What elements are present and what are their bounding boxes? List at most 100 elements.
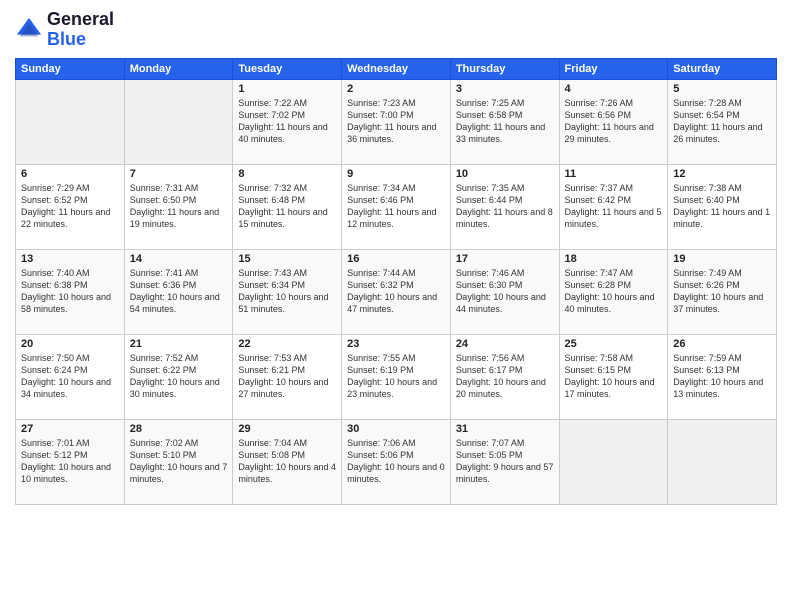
day-content: Sunrise: 7:38 AM Sunset: 6:40 PM Dayligh…: [673, 182, 771, 231]
day-content: Sunrise: 7:29 AM Sunset: 6:52 PM Dayligh…: [21, 182, 119, 231]
weekday-header-friday: Friday: [559, 58, 668, 79]
day-number: 17: [456, 253, 554, 265]
day-cell: 1Sunrise: 7:22 AM Sunset: 7:02 PM Daylig…: [233, 79, 342, 164]
day-number: 13: [21, 253, 119, 265]
day-cell: 17 Sunrise: 7:46 AM Sunset: 6:30 PM Dayli…: [450, 249, 559, 334]
day-cell: 18 Sunrise: 7:47 AM Sunset: 6:28 PM Dayli…: [559, 249, 668, 334]
day-cell: [124, 79, 233, 164]
day-cell: 29Sunrise: 7:04 AM Sunset: 5:08 PM Dayli…: [233, 419, 342, 504]
logo-blue: Blue: [47, 30, 114, 50]
week-row-5: 27 Sunrise: 7:01 AM Sunset: 5:12 PM Dayli…: [16, 419, 777, 504]
day-content: Sunrise: 7:28 AM Sunset: 6:54 PM Dayligh…: [673, 97, 771, 146]
day-cell: 5 Sunrise: 7:28 AM Sunset: 6:54 PM Daylig…: [668, 79, 777, 164]
day-number: 28: [130, 423, 228, 435]
day-cell: 16Sunrise: 7:44 AM Sunset: 6:32 PM Dayli…: [342, 249, 451, 334]
day-number: 30: [347, 423, 445, 435]
day-content: Sunrise: 7:35 AM Sunset: 6:44 PM Dayligh…: [456, 182, 554, 231]
day-number: 5: [673, 83, 771, 95]
day-cell: 13 Sunrise: 7:40 AM Sunset: 6:38 PM Dayli…: [16, 249, 125, 334]
day-cell: 20 Sunrise: 7:50 AM Sunset: 6:24 PM Dayli…: [16, 334, 125, 419]
day-content: Sunrise: 7:25 AM Sunset: 6:58 PM Dayligh…: [456, 97, 554, 146]
day-cell: 22 Sunrise: 7:53 AM Sunset: 6:21 PM Dayli…: [233, 334, 342, 419]
day-content: Sunrise: 7:06 AM Sunset: 5:06 PM Dayligh…: [347, 437, 445, 486]
day-content: Sunrise: 7:55 AM Sunset: 6:19 PM Dayligh…: [347, 352, 445, 401]
day-cell: 6Sunrise: 7:29 AM Sunset: 6:52 PM Daylig…: [16, 164, 125, 249]
day-content: Sunrise: 7:56 AM Sunset: 6:17 PM Dayligh…: [456, 352, 554, 401]
day-content: Sunrise: 7:37 AM Sunset: 6:42 PM Dayligh…: [565, 182, 663, 231]
day-content: Sunrise: 7:31 AM Sunset: 6:50 PM Dayligh…: [130, 182, 228, 231]
day-number: 19: [673, 253, 771, 265]
day-cell: 15 Sunrise: 7:43 AM Sunset: 6:34 PM Dayli…: [233, 249, 342, 334]
week-row-2: 6Sunrise: 7:29 AM Sunset: 6:52 PM Daylig…: [16, 164, 777, 249]
day-number: 15: [238, 253, 336, 265]
weekday-header-thursday: Thursday: [450, 58, 559, 79]
day-content: Sunrise: 7:58 AM Sunset: 6:15 PM Dayligh…: [565, 352, 663, 401]
day-number: 10: [456, 168, 554, 180]
day-cell: 10 Sunrise: 7:35 AM Sunset: 6:44 PM Dayli…: [450, 164, 559, 249]
day-cell: 4Sunrise: 7:26 AM Sunset: 6:56 PM Daylig…: [559, 79, 668, 164]
weekday-header-row: SundayMondayTuesdayWednesdayThursdayFrid…: [16, 58, 777, 79]
day-content: Sunrise: 7:53 AM Sunset: 6:21 PM Dayligh…: [238, 352, 336, 401]
page-header: General Blue: [15, 10, 777, 50]
day-cell: 14Sunrise: 7:41 AM Sunset: 6:36 PM Dayli…: [124, 249, 233, 334]
week-row-4: 20 Sunrise: 7:50 AM Sunset: 6:24 PM Dayli…: [16, 334, 777, 419]
day-content: Sunrise: 7:02 AM Sunset: 5:10 PM Dayligh…: [130, 437, 228, 486]
day-content: Sunrise: 7:43 AM Sunset: 6:34 PM Dayligh…: [238, 267, 336, 316]
day-content: Sunrise: 7:34 AM Sunset: 6:46 PM Dayligh…: [347, 182, 445, 231]
day-number: 9: [347, 168, 445, 180]
day-number: 1: [238, 83, 336, 95]
weekday-header-saturday: Saturday: [668, 58, 777, 79]
day-number: 31: [456, 423, 554, 435]
week-row-1: 1Sunrise: 7:22 AM Sunset: 7:02 PM Daylig…: [16, 79, 777, 164]
day-content: Sunrise: 7:01 AM Sunset: 5:12 PM Dayligh…: [21, 437, 119, 486]
day-number: 21: [130, 338, 228, 350]
day-cell: 31 Sunrise: 7:07 AM Sunset: 5:05 PM Dayli…: [450, 419, 559, 504]
day-content: Sunrise: 7:07 AM Sunset: 5:05 PM Dayligh…: [456, 437, 554, 486]
day-cell: 26Sunrise: 7:59 AM Sunset: 6:13 PM Dayli…: [668, 334, 777, 419]
day-cell: 21Sunrise: 7:52 AM Sunset: 6:22 PM Dayli…: [124, 334, 233, 419]
day-number: 23: [347, 338, 445, 350]
logo: General Blue: [15, 10, 114, 50]
day-content: Sunrise: 7:23 AM Sunset: 7:00 PM Dayligh…: [347, 97, 445, 146]
day-number: 18: [565, 253, 663, 265]
day-cell: 30 Sunrise: 7:06 AM Sunset: 5:06 PM Dayli…: [342, 419, 451, 504]
day-number: 20: [21, 338, 119, 350]
day-content: Sunrise: 7:50 AM Sunset: 6:24 PM Dayligh…: [21, 352, 119, 401]
day-cell: 11 Sunrise: 7:37 AM Sunset: 6:42 PM Dayli…: [559, 164, 668, 249]
day-cell: 23 Sunrise: 7:55 AM Sunset: 6:19 PM Dayli…: [342, 334, 451, 419]
day-content: Sunrise: 7:47 AM Sunset: 6:28 PM Dayligh…: [565, 267, 663, 316]
day-number: 25: [565, 338, 663, 350]
day-number: 7: [130, 168, 228, 180]
day-cell: 9 Sunrise: 7:34 AM Sunset: 6:46 PM Daylig…: [342, 164, 451, 249]
day-number: 2: [347, 83, 445, 95]
day-number: 14: [130, 253, 228, 265]
logo-general: General: [47, 10, 114, 30]
weekday-header-tuesday: Tuesday: [233, 58, 342, 79]
day-content: Sunrise: 7:32 AM Sunset: 6:48 PM Dayligh…: [238, 182, 336, 231]
day-number: 29: [238, 423, 336, 435]
day-number: 27: [21, 423, 119, 435]
day-content: Sunrise: 7:44 AM Sunset: 6:32 PM Dayligh…: [347, 267, 445, 316]
day-cell: 3 Sunrise: 7:25 AM Sunset: 6:58 PM Daylig…: [450, 79, 559, 164]
day-content: Sunrise: 7:46 AM Sunset: 6:30 PM Dayligh…: [456, 267, 554, 316]
weekday-header-sunday: Sunday: [16, 58, 125, 79]
day-cell: [559, 419, 668, 504]
day-cell: 28 Sunrise: 7:02 AM Sunset: 5:10 PM Dayli…: [124, 419, 233, 504]
day-cell: 19 Sunrise: 7:49 AM Sunset: 6:26 PM Dayli…: [668, 249, 777, 334]
day-number: 4: [565, 83, 663, 95]
day-content: Sunrise: 7:49 AM Sunset: 6:26 PM Dayligh…: [673, 267, 771, 316]
weekday-header-wednesday: Wednesday: [342, 58, 451, 79]
day-cell: 7 Sunrise: 7:31 AM Sunset: 6:50 PM Daylig…: [124, 164, 233, 249]
day-cell: 8 Sunrise: 7:32 AM Sunset: 6:48 PM Daylig…: [233, 164, 342, 249]
day-number: 3: [456, 83, 554, 95]
day-cell: 25 Sunrise: 7:58 AM Sunset: 6:15 PM Dayli…: [559, 334, 668, 419]
day-number: 22: [238, 338, 336, 350]
day-number: 11: [565, 168, 663, 180]
day-content: Sunrise: 7:59 AM Sunset: 6:13 PM Dayligh…: [673, 352, 771, 401]
day-content: Sunrise: 7:40 AM Sunset: 6:38 PM Dayligh…: [21, 267, 119, 316]
calendar-table: SundayMondayTuesdayWednesdayThursdayFrid…: [15, 58, 777, 505]
day-cell: [16, 79, 125, 164]
weekday-header-monday: Monday: [124, 58, 233, 79]
day-cell: 27 Sunrise: 7:01 AM Sunset: 5:12 PM Dayli…: [16, 419, 125, 504]
day-number: 8: [238, 168, 336, 180]
